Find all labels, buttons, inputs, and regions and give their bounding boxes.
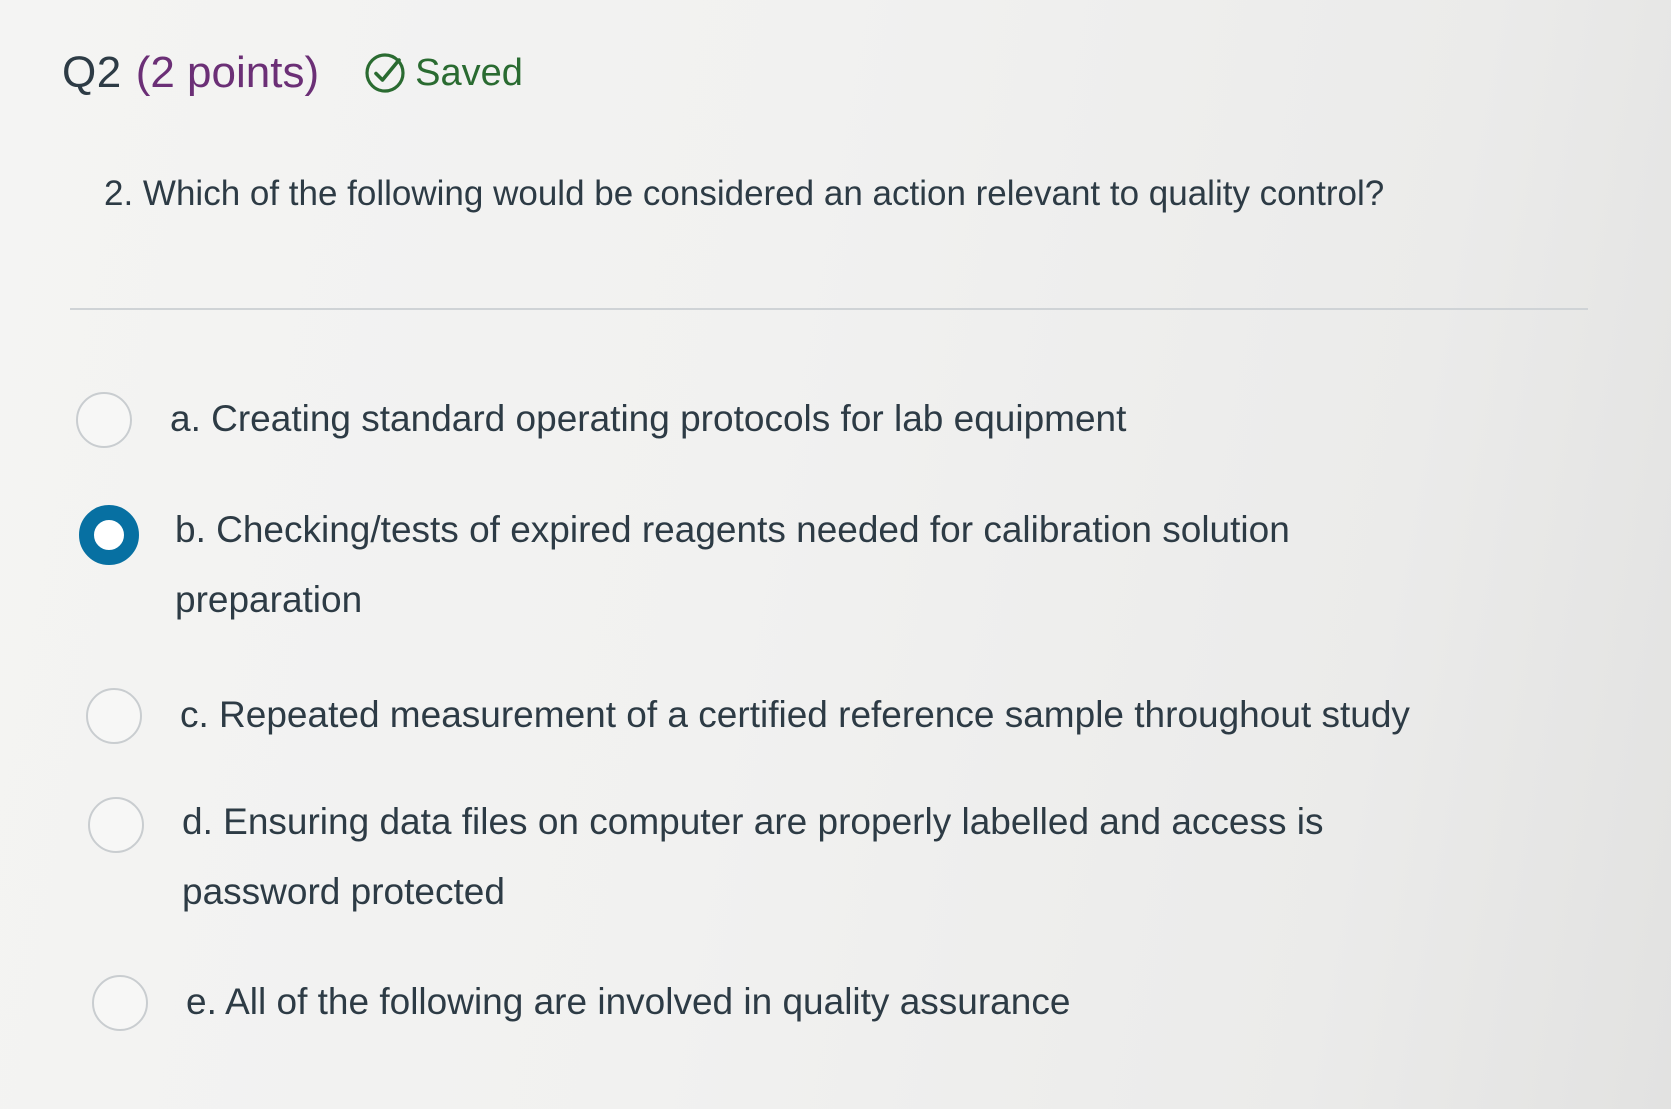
answer-option-b[interactable]: b. Checking/tests of expired reagents ne…: [79, 505, 1475, 635]
quiz-question-page: Q2 (2 points) Saved 2. Which of the foll…: [0, 0, 1671, 1109]
answer-label-c: c. Repeated measurement of a certified r…: [180, 694, 1410, 735]
answer-label-a: a. Creating standard operating protocols…: [170, 398, 1127, 439]
answer-option-a[interactable]: a. Creating standard operating protocols…: [76, 392, 1126, 454]
answer-option-d[interactable]: d. Ensuring data files on computer are p…: [88, 797, 1482, 927]
radio-button-c[interactable]: [86, 688, 142, 744]
question-number: Q2: [62, 48, 122, 97]
answer-option-c[interactable]: c. Repeated measurement of a certified r…: [86, 688, 1410, 750]
question-points: (2 points): [135, 48, 320, 97]
radio-button-d[interactable]: [88, 797, 144, 853]
saved-status: Saved: [363, 51, 523, 95]
answer-label-d: d. Ensuring data files on computer are p…: [182, 801, 1324, 912]
answer-label-e: e. All of the following are involved in …: [186, 981, 1071, 1022]
question-text: 2. Which of the following would be consi…: [104, 174, 1385, 213]
radio-button-e[interactable]: [92, 975, 148, 1031]
check-circle-icon: [365, 53, 405, 93]
divider: [70, 308, 1588, 310]
radio-button-b[interactable]: [79, 505, 139, 565]
radio-button-a[interactable]: [76, 392, 132, 448]
answer-option-e[interactable]: e. All of the following are involved in …: [92, 975, 1070, 1037]
saved-label: Saved: [415, 51, 523, 94]
question-header: Q2 (2 points) Saved: [62, 48, 523, 98]
answer-label-b: b. Checking/tests of expired reagents ne…: [175, 509, 1290, 620]
